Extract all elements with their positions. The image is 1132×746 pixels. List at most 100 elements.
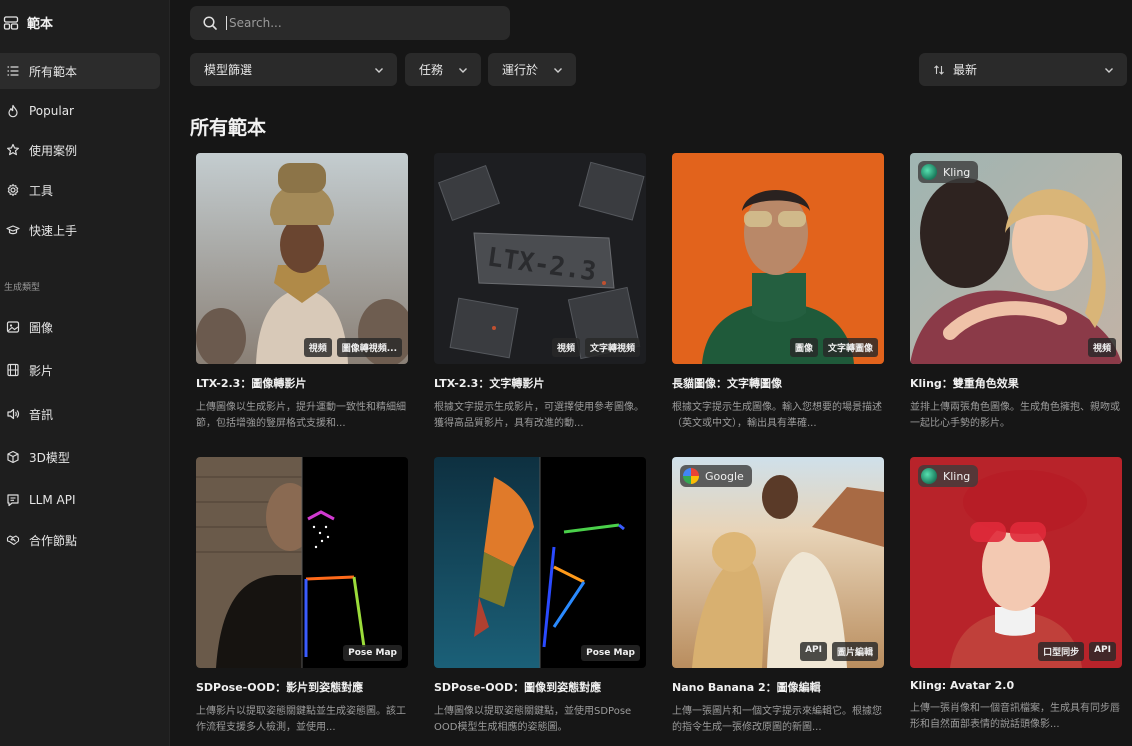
sidebar-item-3d-model[interactable]: 3D模型 bbox=[0, 439, 160, 475]
search-icon bbox=[203, 16, 217, 30]
card-description: 根據文字提示生成圖像。輸入您想要的場景描述（英文或中文），輸出具有準確... bbox=[672, 402, 882, 429]
template-thumbnail: Kling 口型同步 API bbox=[910, 457, 1122, 668]
google-logo-icon bbox=[683, 468, 699, 484]
sort-dropdown[interactable]: 最新 bbox=[919, 53, 1127, 86]
card-title: Kling: Avatar 2.0 bbox=[910, 679, 1015, 692]
sidebar-item-label: LLM API bbox=[29, 493, 76, 507]
card-description: 根據文字提示生成影片，可選擇使用參考圖像。獲得高品質影片，具有改進的動... bbox=[434, 402, 644, 429]
brand-label: 範本 bbox=[27, 17, 54, 32]
sidebar-item-partner-nodes[interactable]: 合作節點 bbox=[0, 522, 160, 558]
tag: API bbox=[800, 642, 827, 661]
template-thumbnail: Pose Map bbox=[196, 457, 408, 668]
chevron-down-icon bbox=[1105, 67, 1113, 73]
card-description: 並排上傳兩張角色圖像。生成角色擁抱、親吻或一起比心手勢的影片。 bbox=[910, 402, 1120, 429]
template-thumbnail: 圖像 文字轉圖像 bbox=[672, 153, 884, 364]
couple-hug-image bbox=[910, 153, 1122, 364]
card-title: Nano Banana 2：圖像編輯 bbox=[672, 681, 821, 694]
chevron-down-icon bbox=[459, 67, 467, 73]
sidebar-item-all-templates[interactable]: 所有範本 bbox=[0, 53, 160, 89]
sidebar-item-use-cases[interactable]: 使用案例 bbox=[0, 132, 160, 168]
brand-badge: Kling bbox=[918, 465, 979, 487]
runs-on-filter-dropdown[interactable]: 運行於 bbox=[488, 53, 576, 86]
tag: 口型同步 bbox=[1038, 642, 1085, 661]
chevron-down-icon bbox=[375, 67, 383, 73]
card-description: 上傳圖像以生成影片，提升運動一致性和精細細節，包括增強的豎屏格式支援和... bbox=[196, 402, 406, 429]
sidebar-item-image[interactable]: 圖像 bbox=[0, 309, 160, 345]
model-filter-dropdown[interactable]: 模型篩選 bbox=[190, 53, 397, 86]
speaker-icon bbox=[7, 408, 20, 420]
pose-image-split-image bbox=[434, 457, 646, 668]
tag: API bbox=[1089, 642, 1116, 661]
brand-badge-label: Google bbox=[705, 469, 744, 483]
template-card[interactable]: 視頻 圖像轉視頻... LTX-2.3：圖像轉影片 上傳圖像以生成影片，提升運動… bbox=[196, 153, 408, 432]
sidebar-item-label: 圖像 bbox=[29, 320, 54, 335]
sidebar-item-label: 合作節點 bbox=[29, 533, 78, 548]
brand-badge-label: Kling bbox=[943, 469, 971, 483]
template-card[interactable]: Kling 視頻 Kling：雙重角色效果 並排上傳兩張角色圖像。生成角色擁抱、… bbox=[910, 153, 1122, 432]
list-icon bbox=[7, 66, 19, 76]
kling-logo-icon bbox=[921, 468, 937, 484]
flame-icon bbox=[8, 104, 18, 118]
brand[interactable]: 範本 bbox=[3, 13, 53, 32]
handshake-icon bbox=[6, 535, 20, 546]
template-thumbnail: LTX-2.3 視頻 文字轉視頻 bbox=[434, 153, 646, 364]
cube-icon bbox=[7, 450, 19, 464]
man-with-dog-image bbox=[672, 457, 884, 668]
sidebar-item-tools[interactable]: 工具 bbox=[0, 172, 160, 208]
card-description: 上傳一張肖像和一個音訊檔案，生成具有同步唇形和自然面部表情的說話頭像影... bbox=[910, 703, 1120, 730]
portrait-red-beret-image bbox=[910, 457, 1122, 668]
card-title: Kling：雙重角色效果 bbox=[910, 377, 1019, 390]
sidebar-item-llm-api[interactable]: LLM API bbox=[0, 482, 160, 518]
sidebar-item-label: 工具 bbox=[29, 183, 54, 198]
templates-icon bbox=[3, 15, 19, 30]
sidebar-item-popular[interactable]: Popular bbox=[0, 93, 160, 129]
template-card[interactable]: LTX-2.3 視頻 文字轉視頻 LTX-2.3：文字轉影片 根據文字提示生成影… bbox=[434, 153, 646, 432]
sort-label: 最新 bbox=[953, 63, 978, 77]
task-filter-dropdown[interactable]: 任務 bbox=[405, 53, 481, 86]
gear-icon bbox=[7, 183, 19, 197]
template-card[interactable]: Google API 圖片編輯 Nano Banana 2：圖像編輯 上傳一張圖… bbox=[672, 457, 884, 736]
sidebar-item-getting-started[interactable]: 快速上手 bbox=[0, 212, 160, 248]
brand-badge: Kling bbox=[918, 161, 979, 183]
template-thumbnail: 視頻 圖像轉視頻... bbox=[196, 153, 408, 364]
tag: 圖像轉視頻... bbox=[336, 338, 402, 357]
tag: 視頻 bbox=[1087, 338, 1116, 357]
template-card[interactable]: 圖像 文字轉圖像 長貓圖像：文字轉圖像 根據文字提示生成圖像。輸入您想要的場景描… bbox=[672, 153, 884, 432]
search-input[interactable] bbox=[229, 16, 489, 30]
template-card[interactable]: Kling 口型同步 API Kling: Avatar 2.0 上傳一張肖像和… bbox=[910, 457, 1122, 733]
card-description: 上傳圖像以提取姿態關鍵點，並使用SDPose OOD模型生成相應的姿態圖。 bbox=[434, 706, 632, 733]
card-title: SDPose-OOD：圖像到姿態對應 bbox=[434, 681, 602, 694]
sidebar-item-video[interactable]: 影片 bbox=[0, 352, 160, 388]
pose-video-split-image bbox=[196, 457, 408, 668]
sidebar-item-label: 影片 bbox=[29, 363, 54, 378]
tag: 文字轉圖像 bbox=[822, 338, 878, 357]
template-thumbnail: Google API 圖片編輯 bbox=[672, 457, 884, 668]
tag: Pose Map bbox=[581, 645, 640, 661]
sidebar-item-label: Popular bbox=[29, 104, 74, 118]
robot-mech-image: LTX-2.3 bbox=[434, 153, 646, 364]
model-filter-label: 模型篩選 bbox=[204, 63, 253, 77]
tag: 視頻 bbox=[551, 338, 580, 357]
search-box[interactable] bbox=[190, 6, 510, 40]
card-title: LTX-2.3：文字轉影片 bbox=[434, 377, 545, 390]
brand-badge: Google bbox=[680, 465, 752, 487]
sidebar-item-audio[interactable]: 音訊 bbox=[0, 396, 160, 432]
card-title: LTX-2.3：圖像轉影片 bbox=[196, 377, 307, 390]
card-description: 上傳影片以提取姿態關鍵點並生成姿態圖。該工作流程支援多人檢測，並使用... bbox=[196, 706, 406, 733]
sort-icon bbox=[934, 64, 944, 75]
image-icon bbox=[6, 321, 20, 333]
sidebar-item-label: 所有範本 bbox=[29, 64, 78, 79]
sidebar-item-label: 使用案例 bbox=[29, 143, 78, 158]
template-card[interactable]: Pose Map SDPose-OOD：影片到姿態對應 上傳影片以提取姿態關鍵點… bbox=[196, 457, 408, 736]
portrait-orange-background-image bbox=[672, 153, 884, 364]
page-title: 所有範本 bbox=[190, 117, 267, 139]
tag: 圖像 bbox=[789, 338, 818, 357]
card-title: SDPose-OOD：影片到姿態對應 bbox=[196, 681, 364, 694]
card-title: 長貓圖像：文字轉圖像 bbox=[672, 377, 782, 390]
tag: 視頻 bbox=[303, 338, 332, 357]
section-label: 生成類型 bbox=[4, 283, 41, 293]
tag: 圖片編輯 bbox=[831, 642, 878, 661]
star-icon bbox=[7, 143, 19, 156]
template-card[interactable]: Pose Map SDPose-OOD：圖像到姿態對應 上傳圖像以提取姿態關鍵點… bbox=[434, 457, 646, 736]
sidebar-item-label: 快速上手 bbox=[29, 223, 78, 238]
